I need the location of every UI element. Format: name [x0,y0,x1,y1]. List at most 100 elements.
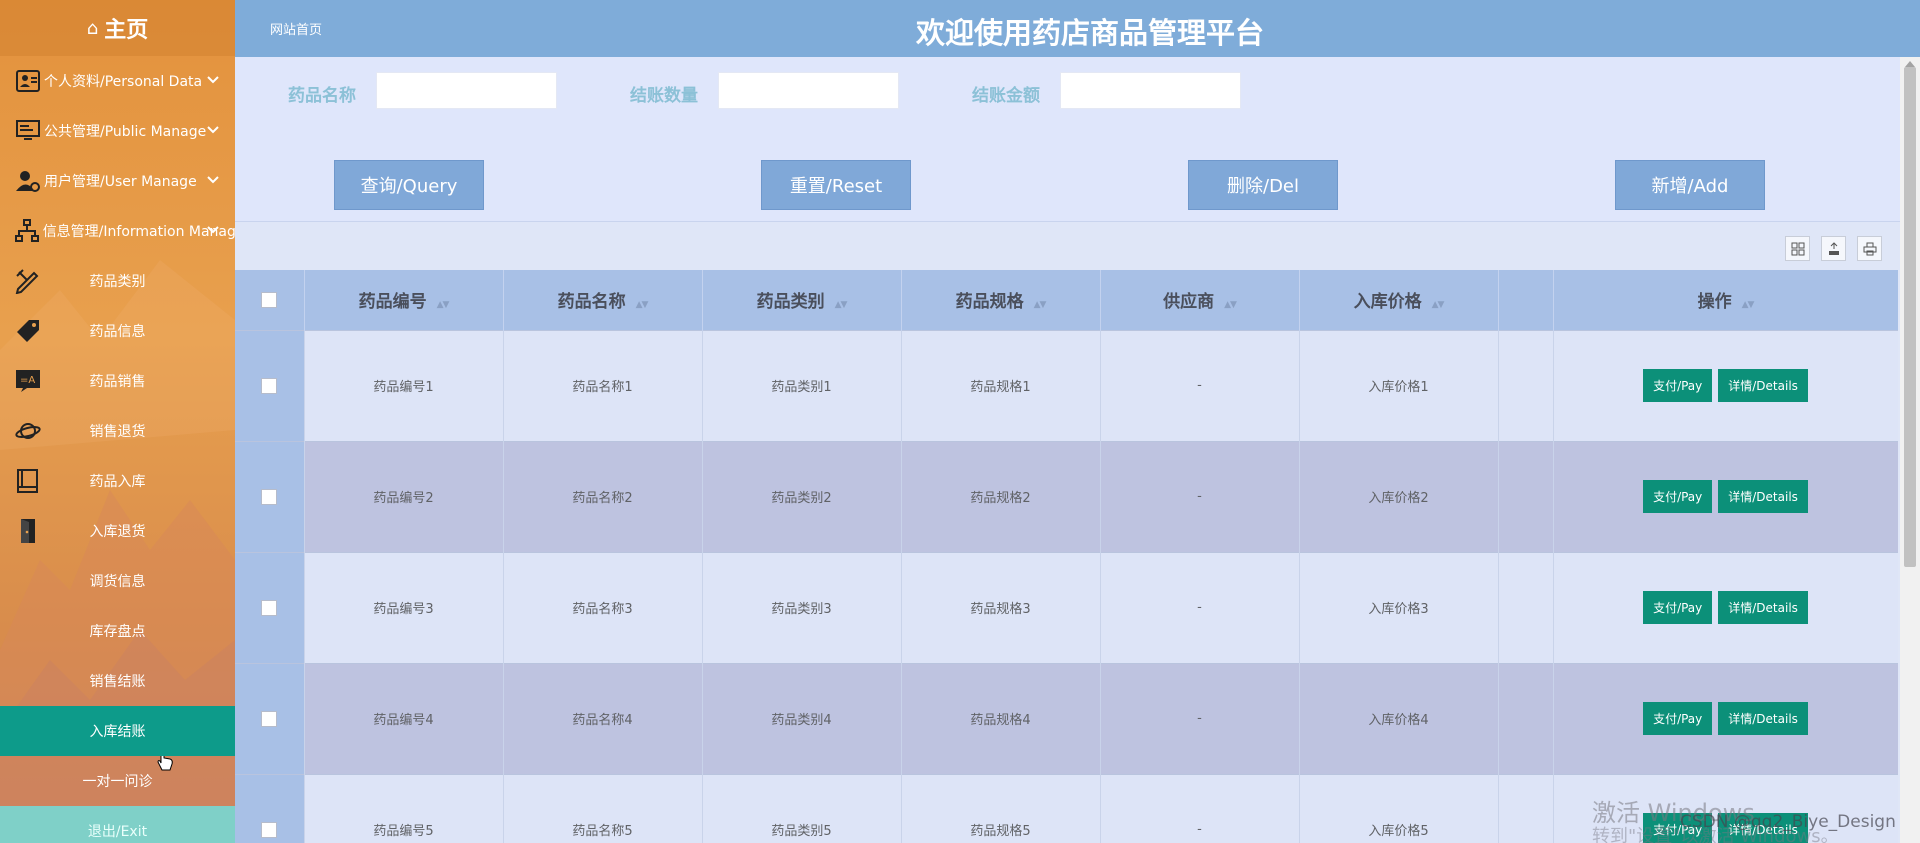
sidebar-group-public[interactable]: 公共管理/Public Manage [0,106,235,156]
actions-cell: 支付/Pay 详情/Details [1553,329,1898,441]
user-card-icon [14,67,42,95]
sidebar-group-personal[interactable]: 个人资料/Personal Data [0,56,235,106]
sidebar-item-exit[interactable]: 退出/Exit [0,806,235,843]
table-cell: 药品规格1 [901,329,1101,441]
column-header[interactable]: 药品名称 ▲▼ [503,270,703,330]
sidebar-item-consultation[interactable]: 一对一问诊 [0,756,235,806]
export-icon[interactable] [1821,236,1846,261]
details-button[interactable]: 详情/Details [1718,702,1808,735]
pay-button[interactable]: 支付/Pay [1643,591,1713,624]
table-cell: 药品类别2 [702,440,902,552]
table-row[interactable]: 药品编号4 药品名称4 药品类别4 药品规格4- 入库价格4 支付/Pay 详情/Detai… [235,662,1898,774]
row-checkbox-cell [235,662,305,774]
table-cell: 药品编号3 [304,551,504,663]
row-checkbox[interactable] [261,488,278,505]
row-checkbox[interactable] [261,821,278,838]
table-cell: 药品名称2 [503,440,703,552]
sort-icon: ▲▼ [1033,300,1047,311]
drug-name-input[interactable] [376,72,557,109]
sidebar-item-stockin-settlement[interactable]: 入库结账 [0,706,235,756]
sidebar-group-user[interactable]: 用户管理/User Manage [0,156,235,206]
table-cell: - [1100,551,1300,663]
sidebar-home-label: 主页 [104,18,149,43]
table-cell: 药品规格5 [901,773,1101,843]
select-all-checkbox-cell [235,270,305,330]
table-cell: 药品编号1 [304,329,504,441]
user-gear-icon [14,167,42,195]
sidebar-item-drug-info[interactable]: 药品信息 [0,306,235,356]
sidebar-item-sales-return[interactable]: 销售退货 [0,406,235,456]
sidebar-item-inventory[interactable]: 库存盘点 [0,606,235,656]
details-button[interactable]: 详情/Details [1718,369,1808,402]
print-icon[interactable] [1857,236,1882,261]
actions-cell: 支付/Pay 详情/Details [1553,440,1898,552]
org-chart-icon [14,217,41,245]
actions-cell: 支付/Pay 详情/Details [1553,662,1898,774]
sidebar-group-information[interactable]: 信息管理/Information Manage [0,206,235,256]
pay-button[interactable]: 支付/Pay [1643,702,1713,735]
details-button[interactable]: 详情/Details [1718,480,1808,513]
table-cell: 药品类别4 [702,662,902,774]
chevron-down-icon [207,122,219,138]
column-header[interactable]: 供应商 ▲▼ [1100,270,1300,330]
table-cell: - [1100,440,1300,552]
row-checkbox-cell [235,329,305,441]
table-cell: 入库价格5 [1299,773,1499,843]
sidebar-item-transfer[interactable]: 调货信息 [0,556,235,606]
pay-button[interactable]: 支付/Pay [1643,480,1713,513]
row-checkbox[interactable] [261,599,278,616]
details-button[interactable]: 详情/Details [1718,591,1808,624]
data-table: 药品编号 ▲▼ 药品名称 ▲▼ 药品类别 ▲▼ 药品规格 ▲▼ 供应商 ▲▼ 入库价格 ▲▼… [235,270,1898,843]
scrollbar-thumb[interactable] [1904,67,1916,567]
sort-icon: ▲▼ [834,300,848,311]
home-icon: ⌂ [86,17,99,39]
drug-name-label: 药品名称 [288,86,356,106]
sidebar: ⌂ 主页 个人资料/Personal Data 公共管理/Public Mana… [0,0,235,843]
table-cell-empty [1498,773,1554,843]
table-cell: 药品类别5 [702,773,902,843]
book-icon [14,467,42,495]
sidebar-item-stockin-return[interactable]: 入库退货 [0,506,235,556]
grid-icon[interactable] [1785,236,1810,261]
settle-qty-input[interactable] [718,72,899,109]
sidebar-item-drug-sales[interactable]: =A 药品销售 [0,356,235,406]
query-button[interactable]: 查询/Query [334,160,484,210]
column-header[interactable]: 入库价格 ▲▼ [1299,270,1499,330]
sidebar-item-label: 一对一问诊 [82,774,153,790]
vertical-scrollbar[interactable] [1900,57,1920,843]
pay-button[interactable]: 支付/Pay [1643,369,1713,402]
delete-button[interactable]: 删除/Del [1188,160,1338,210]
select-all-checkbox[interactable] [261,291,278,308]
row-checkbox[interactable] [261,710,278,727]
sidebar-home[interactable]: ⌂ 主页 [0,0,235,56]
door-icon [14,517,42,545]
sort-icon: ▲▼ [635,300,649,311]
table-cell: 入库价格2 [1299,440,1499,552]
sidebar-item-label: 调货信息 [89,574,146,590]
column-header[interactable]: 药品规格 ▲▼ [901,270,1101,330]
row-checkbox-cell [235,440,305,552]
sidebar-item-drug-stockin[interactable]: 药品入库 [0,456,235,506]
filter-panel: 药品名称 结账数量 结账金额 查询/Query 重置/Reset 删除/Del … [235,57,1903,222]
chevron-down-icon [207,172,219,188]
chevron-down-icon [207,222,219,238]
column-header[interactable]: 药品编号 ▲▼ [304,270,504,330]
add-button[interactable]: 新增/Add [1615,160,1765,210]
table-cell-empty [1498,551,1554,663]
settle-qty-label: 结账数量 [630,86,698,106]
table-row[interactable]: 药品编号2 药品名称2 药品类别2 药品规格2- 入库价格2 支付/Pay 详情/Detai… [235,440,1898,552]
table-header-row: 药品编号 ▲▼ 药品名称 ▲▼ 药品类别 ▲▼ 药品规格 ▲▼ 供应商 ▲▼ 入库价格 ▲▼… [235,270,1898,330]
row-checkbox[interactable] [261,377,278,394]
sidebar-item-drug-category[interactable]: 药品类别 [0,256,235,306]
table-row[interactable]: 药品编号1 药品名称1 药品类别1 药品规格1- 入库价格1 支付/Pay 详情/Detai… [235,329,1898,441]
table-row[interactable]: 药品编号3 药品名称3 药品类别3 药品规格3- 入库价格3 支付/Pay 详情/Detai… [235,551,1898,663]
column-header[interactable]: 操作 ▲▼ [1553,270,1898,330]
table-cell: - [1100,329,1300,441]
sidebar-item-sales-settlement[interactable]: 销售结账 [0,656,235,706]
settle-amount-input[interactable] [1060,72,1241,109]
table-cell: 药品名称3 [503,551,703,663]
table-cell: 药品规格2 [901,440,1101,552]
table-cell: 药品编号5 [304,773,504,843]
column-header[interactable]: 药品类别 ▲▼ [702,270,902,330]
reset-button[interactable]: 重置/Reset [761,160,911,210]
